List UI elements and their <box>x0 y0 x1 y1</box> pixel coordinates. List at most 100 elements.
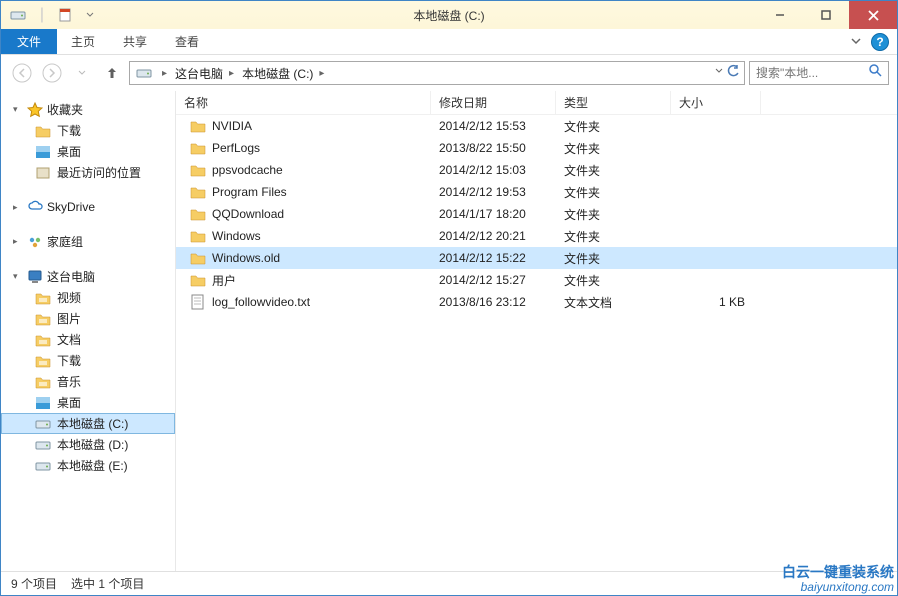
file-type: 文件夹 <box>556 140 671 157</box>
sidebar-item-documents[interactable]: 文档 <box>1 329 175 350</box>
refresh-icon[interactable] <box>726 64 740 83</box>
file-type: 文件夹 <box>556 250 671 267</box>
sidebar-thispc[interactable]: ▾ 这台电脑 <box>1 266 175 287</box>
qat-dropdown-icon[interactable] <box>79 4 101 26</box>
file-name: Windows <box>212 229 261 243</box>
address-bar[interactable]: 这台电脑 本地磁盘 (C:) <box>129 61 745 85</box>
qat-drive-icon[interactable] <box>7 4 29 26</box>
help-icon[interactable]: ? <box>871 33 889 51</box>
qat-properties-icon[interactable] <box>55 4 77 26</box>
folder-icon <box>35 374 51 390</box>
file-row[interactable]: 用户 2014/2/12 15:27文件夹 <box>176 269 897 291</box>
search-box[interactable] <box>749 61 889 85</box>
file-tab[interactable]: 文件 <box>1 29 57 54</box>
file-row[interactable]: ppsvodcache 2014/2/12 15:03文件夹 <box>176 159 897 181</box>
file-rows: NVIDIA2014/2/12 15:53文件夹PerfLogs2013/8/2… <box>176 115 897 571</box>
sidebar-item-drive-e[interactable]: 本地磁盘 (E:) <box>1 455 175 476</box>
nav-bar: 这台电脑 本地磁盘 (C:) <box>1 55 897 91</box>
file-date: 2014/2/12 15:22 <box>431 251 556 265</box>
drive-icon <box>35 458 51 474</box>
folder-icon <box>190 162 206 178</box>
status-count: 9 个项目 <box>11 575 57 592</box>
folder-icon <box>35 290 51 306</box>
file-row[interactable]: Windows 2014/2/12 20:21文件夹 <box>176 225 897 247</box>
tab-home[interactable]: 主页 <box>57 29 109 54</box>
file-name: PerfLogs <box>212 141 260 155</box>
minimize-button[interactable] <box>757 1 803 29</box>
file-row[interactable]: Windows.old 2014/2/12 15:22文件夹 <box>176 247 897 269</box>
breadcrumb-root[interactable] <box>156 68 171 79</box>
forward-button[interactable] <box>39 60 65 86</box>
column-name[interactable]: 名称 <box>176 91 431 114</box>
sidebar-item-recent[interactable]: 最近访问的位置 <box>1 162 175 183</box>
file-type: 文件夹 <box>556 162 671 179</box>
expand-icon[interactable]: ▸ <box>13 236 23 247</box>
file-row[interactable]: PerfLogs2013/8/22 15:50文件夹 <box>176 137 897 159</box>
file-name: Program Files <box>212 185 287 199</box>
column-size[interactable]: 大小 <box>671 91 761 114</box>
file-name: 用户 <box>212 272 236 289</box>
close-button[interactable] <box>849 1 897 29</box>
column-date[interactable]: 修改日期 <box>431 91 556 114</box>
sidebar-item-music[interactable]: 音乐 <box>1 371 175 392</box>
file-row[interactable]: log_followvideo.txt2013/8/16 23:12文本文档1 … <box>176 291 897 313</box>
desktop-icon <box>35 395 51 411</box>
up-button[interactable] <box>99 60 125 86</box>
back-button[interactable] <box>9 60 35 86</box>
drive-icon <box>35 437 51 453</box>
recent-dropdown[interactable] <box>69 60 95 86</box>
file-name: Windows.old <box>212 251 280 265</box>
navigation-pane: ▾ 收藏夹 下载 桌面 最近访问的位置 ▸ SkyDrive ▸ <box>1 91 176 571</box>
file-row[interactable]: NVIDIA2014/2/12 15:53文件夹 <box>176 115 897 137</box>
file-name: NVIDIA <box>212 119 252 133</box>
column-type[interactable]: 类型 <box>556 91 671 114</box>
folder-icon <box>35 311 51 327</box>
file-type: 文件夹 <box>556 184 671 201</box>
file-name: ppsvodcache <box>212 163 283 177</box>
collapse-icon[interactable]: ▾ <box>13 104 23 115</box>
folder-icon <box>190 250 206 266</box>
file-date: 2014/2/12 15:27 <box>431 273 556 287</box>
sidebar-item-drive-c[interactable]: 本地磁盘 (C:) <box>1 413 175 434</box>
maximize-button[interactable] <box>803 1 849 29</box>
file-date: 2014/2/12 15:03 <box>431 163 556 177</box>
file-type: 文件夹 <box>556 228 671 245</box>
sidebar-favorites[interactable]: ▾ 收藏夹 <box>1 99 175 120</box>
recent-icon <box>35 165 51 181</box>
collapse-icon[interactable]: ▾ <box>13 271 23 282</box>
file-type: 文件夹 <box>556 272 671 289</box>
sidebar-item-downloads[interactable]: 下载 <box>1 120 175 141</box>
sidebar-item-downloads2[interactable]: 下载 <box>1 350 175 371</box>
search-icon[interactable] <box>869 64 882 82</box>
file-row[interactable]: Program Files2014/2/12 19:53文件夹 <box>176 181 897 203</box>
sidebar-item-videos[interactable]: 视频 <box>1 287 175 308</box>
breadcrumb-thispc[interactable]: 这台电脑 <box>171 65 238 82</box>
address-dropdown-icon[interactable] <box>714 64 724 83</box>
folder-icon <box>190 206 206 222</box>
folder-icon <box>190 228 206 244</box>
search-input[interactable] <box>756 66 869 80</box>
file-row[interactable]: QQDownload2014/1/17 18:20文件夹 <box>176 203 897 225</box>
sidebar-item-desktop2[interactable]: 桌面 <box>1 392 175 413</box>
expand-ribbon-icon[interactable] <box>851 33 861 51</box>
file-name: QQDownload <box>212 207 284 221</box>
homegroup-icon <box>27 234 43 250</box>
qat-separator: | <box>31 4 53 26</box>
sidebar-item-desktop[interactable]: 桌面 <box>1 141 175 162</box>
breadcrumb-drive[interactable]: 本地磁盘 (C:) <box>238 65 328 82</box>
status-selected: 选中 1 个项目 <box>71 575 144 592</box>
sidebar-item-pictures[interactable]: 图片 <box>1 308 175 329</box>
status-bar: 9 个项目 选中 1 个项目 <box>1 571 897 595</box>
sidebar-skydrive[interactable]: ▸ SkyDrive <box>1 197 175 217</box>
sidebar-item-drive-d[interactable]: 本地磁盘 (D:) <box>1 434 175 455</box>
folder-icon <box>35 123 51 139</box>
file-date: 2014/2/12 20:21 <box>431 229 556 243</box>
column-headers: 名称 修改日期 类型 大小 <box>176 91 897 115</box>
drive-icon <box>35 416 51 432</box>
sidebar-homegroup[interactable]: ▸ 家庭组 <box>1 231 175 252</box>
expand-icon[interactable]: ▸ <box>13 202 23 213</box>
file-date: 2014/2/12 15:53 <box>431 119 556 133</box>
tab-share[interactable]: 共享 <box>109 29 161 54</box>
ribbon-tabs: 文件 主页 共享 查看 ? <box>1 29 897 55</box>
tab-view[interactable]: 查看 <box>161 29 213 54</box>
